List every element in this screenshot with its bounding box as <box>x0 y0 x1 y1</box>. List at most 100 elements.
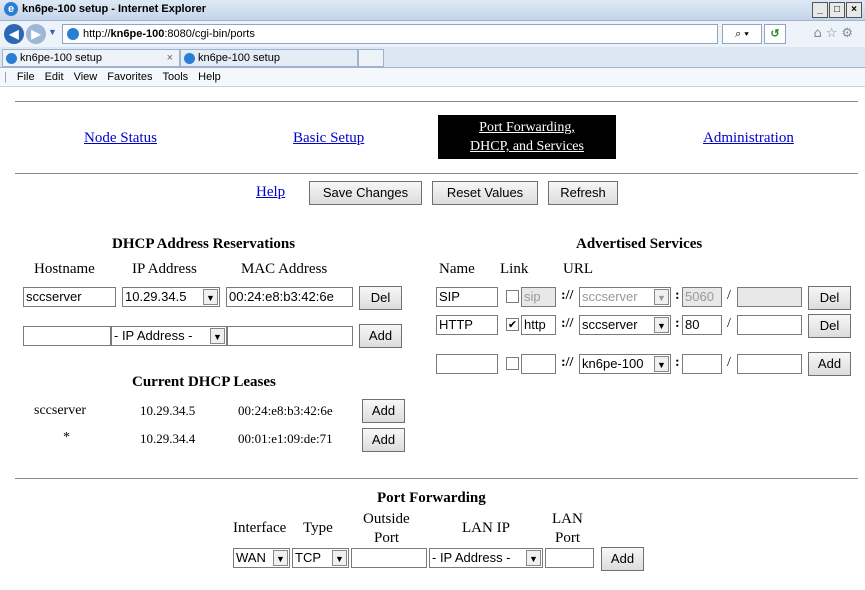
new-service-proto-field[interactable] <box>521 354 556 374</box>
toolbar-icons[interactable]: ⌂☆⚙ <box>813 26 857 41</box>
path-separator: / <box>727 316 731 331</box>
lan-ip-value: - IP Address - <box>432 550 511 565</box>
lease-host: sccserver <box>34 403 87 418</box>
link-checkbox-checked[interactable]: ✔ <box>506 318 519 331</box>
back-arrow-icon[interactable]: ◀ <box>4 24 24 44</box>
path-separator: / <box>727 288 731 303</box>
compatibility-icon[interactable]: ↺ <box>764 24 786 44</box>
service-path-field[interactable] <box>737 287 802 307</box>
nav-administration[interactable]: Administration <box>703 130 794 147</box>
new-service-host-select[interactable]: kn6pe-100 ▼ <box>579 354 671 374</box>
service-path-field[interactable] <box>737 315 802 335</box>
col-name: Name <box>439 261 475 277</box>
save-changes-button[interactable]: Save Changes <box>309 181 422 205</box>
chevron-down-icon: ▼ <box>654 317 669 333</box>
add-reservation-button[interactable]: Add <box>359 324 402 348</box>
interface-value: WAN <box>236 550 266 565</box>
path-separator: / <box>727 355 731 370</box>
add-port-forward-button[interactable]: Add <box>601 547 644 571</box>
refresh-button[interactable]: Refresh <box>548 181 618 205</box>
new-tab-button[interactable] <box>358 49 384 67</box>
search-dropdown-icon[interactable]: ⌕ ▾ <box>722 24 762 44</box>
nav-node-status[interactable]: Node Status <box>84 130 157 147</box>
help-link[interactable]: Help <box>256 184 285 201</box>
add-lease-button[interactable]: Add <box>362 399 405 423</box>
col-lan-port-line1: LAN <box>552 511 583 527</box>
lease-mac: 00:01:e1:09:de:71 <box>238 431 333 446</box>
menu-edit[interactable]: Edit <box>45 71 64 83</box>
col-ip-address: IP Address <box>132 261 197 277</box>
port-separator: : <box>675 355 680 370</box>
new-service-port-field[interactable] <box>682 354 722 374</box>
del-service-button[interactable]: Del <box>808 314 851 338</box>
lease-mac: 00:24:e8:b3:42:6e <box>238 403 333 418</box>
window-title: kn6pe-100 setup - Internet Explorer <box>22 3 206 15</box>
service-proto-field[interactable]: sip <box>521 287 556 307</box>
service-host-select[interactable]: sccserver ▼ <box>579 287 671 307</box>
service-name-field[interactable]: HTTP <box>436 315 498 335</box>
hostname-field[interactable]: sccserver <box>23 287 116 307</box>
nav-port-forwarding[interactable]: Port Forwarding, DHCP, and Services <box>438 115 616 159</box>
tab-page-icon <box>184 52 195 64</box>
url-scheme: http:// <box>83 28 111 40</box>
new-link-checkbox[interactable] <box>506 357 519 370</box>
menu-view[interactable]: View <box>74 71 98 83</box>
dhcp-leases-title: Current DHCP Leases <box>132 374 276 390</box>
chevron-down-icon: ▼ <box>210 328 225 344</box>
nav-basic-setup[interactable]: Basic Setup <box>293 130 364 147</box>
page-icon <box>67 28 79 41</box>
menu-tools[interactable]: Tools <box>162 71 188 83</box>
add-lease-button[interactable]: Add <box>362 428 405 452</box>
tab-second[interactable]: kn6pe-100 setup <box>180 49 358 67</box>
chevron-down-icon: ▼ <box>526 550 541 566</box>
service-host-select[interactable]: sccserver ▼ <box>579 315 671 335</box>
maximize-icon[interactable]: □ <box>829 2 845 18</box>
new-hostname-field[interactable] <box>23 326 111 346</box>
menu-favorites[interactable]: Favorites <box>107 71 152 83</box>
service-name-field[interactable]: SIP <box>436 287 498 307</box>
interface-select[interactable]: WAN ▼ <box>233 548 290 568</box>
del-service-button[interactable]: Del <box>808 286 851 310</box>
scheme-separator: :// <box>561 316 574 331</box>
new-service-path-field[interactable] <box>737 354 802 374</box>
lease-ip: 10.29.34.4 <box>140 431 196 446</box>
minimize-icon[interactable]: _ <box>812 2 828 18</box>
lease-ip: 10.29.34.5 <box>140 403 196 418</box>
url-input[interactable]: http://kn6pe-100:8080/cgi-bin/ports <box>62 24 718 44</box>
menu-grip: | <box>4 71 7 83</box>
ip-address-select[interactable]: 10.29.34.5 ▼ <box>122 287 220 307</box>
menu-help[interactable]: Help <box>198 71 221 83</box>
link-checkbox[interactable] <box>506 290 519 303</box>
lan-ip-select[interactable]: - IP Address - ▼ <box>429 548 543 568</box>
lan-port-field[interactable] <box>545 548 594 568</box>
col-type: Type <box>303 520 333 536</box>
lease-host: * <box>63 430 70 445</box>
outside-port-field[interactable] <box>351 548 427 568</box>
service-port-field[interactable]: 5060 <box>682 287 722 307</box>
service-proto-field[interactable]: http <box>521 315 556 335</box>
new-mac-address-field[interactable] <box>227 326 353 346</box>
port-separator: : <box>675 288 680 303</box>
divider <box>15 101 858 102</box>
new-service-name-field[interactable] <box>436 354 498 374</box>
menu-file[interactable]: File <box>17 71 35 83</box>
tab-page-icon <box>6 52 17 64</box>
chevron-down-icon: ▼ <box>273 550 288 566</box>
close-icon[interactable]: × <box>846 2 862 18</box>
mac-address-field[interactable]: 00:24:e8:b3:42:6e <box>226 287 353 307</box>
history-dropdown-icon[interactable]: ▼ <box>48 27 57 37</box>
new-ip-address-select[interactable]: - IP Address - ▼ <box>111 326 227 346</box>
forward-arrow-icon[interactable]: ▶ <box>26 24 46 44</box>
col-link: Link <box>500 261 529 277</box>
col-lan-ip: LAN IP <box>462 520 510 536</box>
new-service-host-value: kn6pe-100 <box>582 356 644 371</box>
address-bar: ◀ ▶ ▼ http://kn6pe-100:8080/cgi-bin/port… <box>0 21 865 47</box>
service-port-field[interactable]: 80 <box>682 315 722 335</box>
tab-active[interactable]: kn6pe-100 setup × <box>2 49 180 67</box>
tab-close-icon[interactable]: × <box>167 50 173 66</box>
add-service-button[interactable]: Add <box>808 352 851 376</box>
divider <box>15 173 858 174</box>
type-select[interactable]: TCP ▼ <box>292 548 349 568</box>
reset-values-button[interactable]: Reset Values <box>432 181 538 205</box>
del-reservation-button[interactable]: Del <box>359 286 402 310</box>
